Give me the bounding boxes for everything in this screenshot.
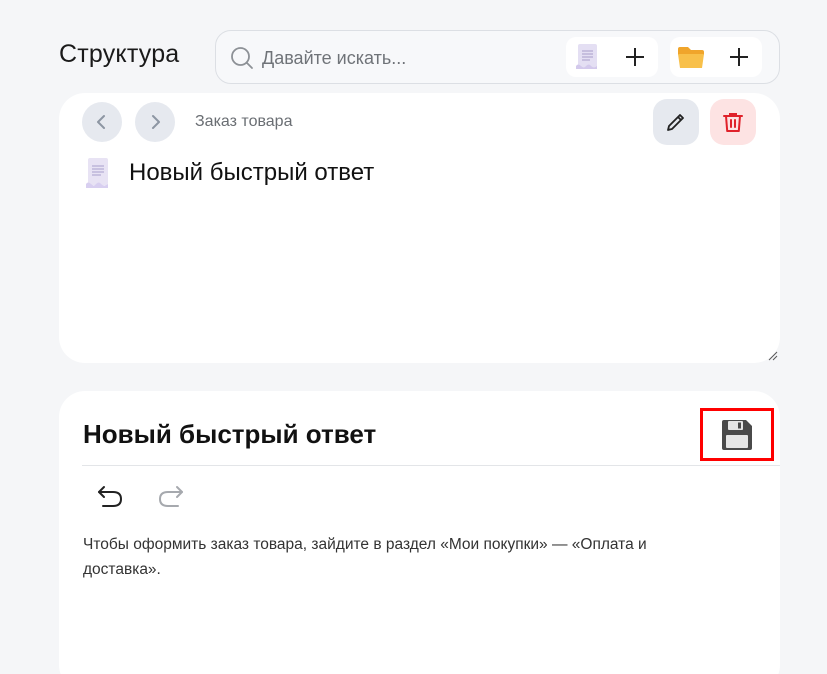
document-card: Заказ товара Новый быстрый ответ <box>59 93 780 363</box>
forward-button[interactable] <box>135 102 175 142</box>
search-bar <box>215 30 780 84</box>
editor-card: Новый быстрый ответ Чтобы оформить заказ… <box>59 391 780 674</box>
plus-icon <box>626 48 644 66</box>
trash-icon <box>723 113 743 132</box>
save-button[interactable] <box>700 408 774 461</box>
edit-button[interactable] <box>653 99 699 145</box>
divider <box>82 465 780 466</box>
delete-button[interactable] <box>710 99 756 145</box>
document-icon <box>86 158 108 188</box>
floppy-disk-icon <box>722 419 752 450</box>
add-document-button[interactable] <box>566 37 658 77</box>
search-icon <box>231 47 253 69</box>
document-title[interactable]: Новый быстрый ответ <box>129 159 374 187</box>
editor-content[interactable]: Чтобы оформить заказ товара, зайдите в р… <box>83 532 723 582</box>
search-input[interactable] <box>262 45 552 71</box>
resize-handle-icon[interactable] <box>768 351 778 361</box>
folder-icon <box>678 47 704 68</box>
editor-title: Новый быстрый ответ <box>83 419 377 449</box>
document-icon <box>576 44 597 69</box>
undo-icon[interactable] <box>95 481 127 509</box>
plus-icon <box>730 48 748 66</box>
chevron-right-icon <box>152 115 160 129</box>
chevron-left-icon <box>97 115 105 129</box>
back-button[interactable] <box>82 102 122 142</box>
redo-icon[interactable] <box>154 481 186 509</box>
pencil-icon <box>667 114 684 131</box>
add-folder-button[interactable] <box>670 37 762 77</box>
breadcrumb[interactable]: Заказ товара <box>195 113 292 131</box>
page-title: Структура <box>59 40 180 68</box>
